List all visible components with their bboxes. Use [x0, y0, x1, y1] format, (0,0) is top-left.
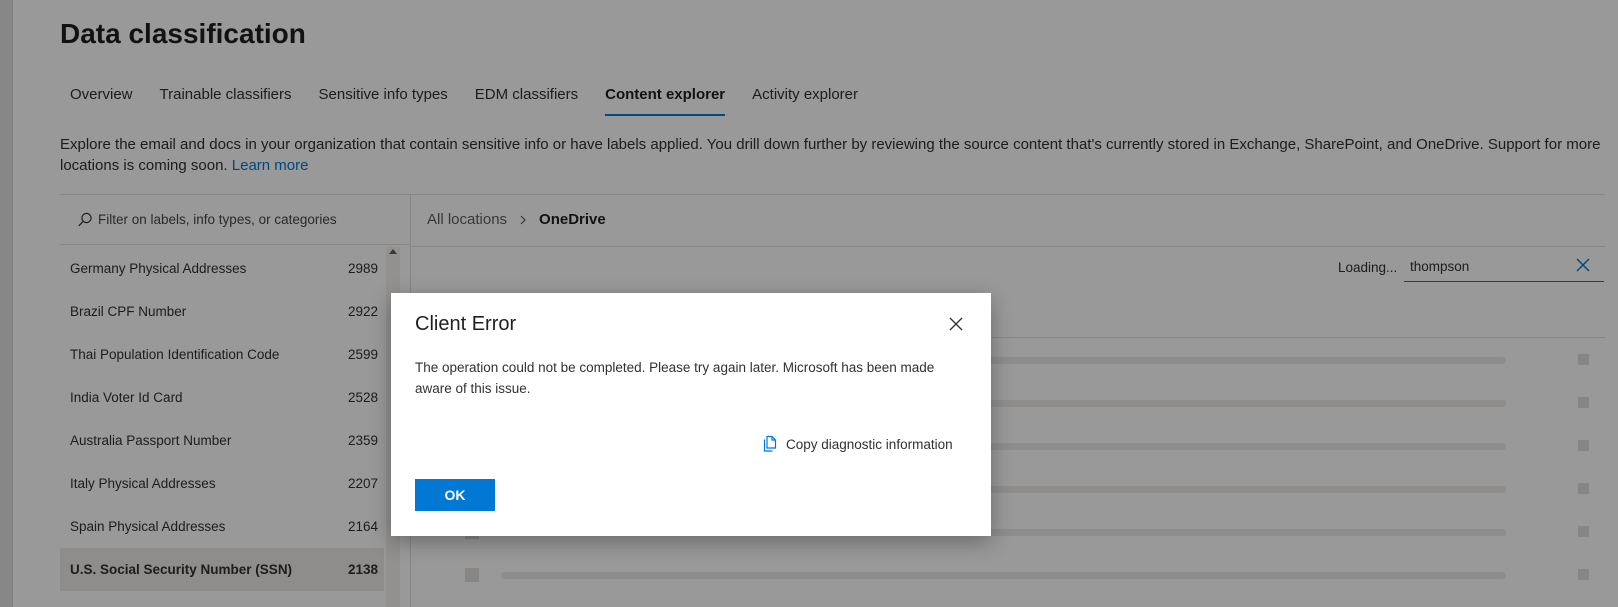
close-icon[interactable]: [947, 315, 965, 333]
dialog-title: Client Error: [415, 313, 517, 335]
copy-diagnostic-button[interactable]: Copy diagnostic information: [761, 435, 953, 453]
ok-button[interactable]: OK: [415, 479, 495, 511]
copy-diagnostic-label: Copy diagnostic information: [786, 436, 953, 452]
copy-icon: [763, 435, 777, 452]
error-dialog: Client Error The operation could not be …: [391, 293, 991, 536]
dialog-message: The operation could not be completed. Pl…: [415, 360, 935, 396]
